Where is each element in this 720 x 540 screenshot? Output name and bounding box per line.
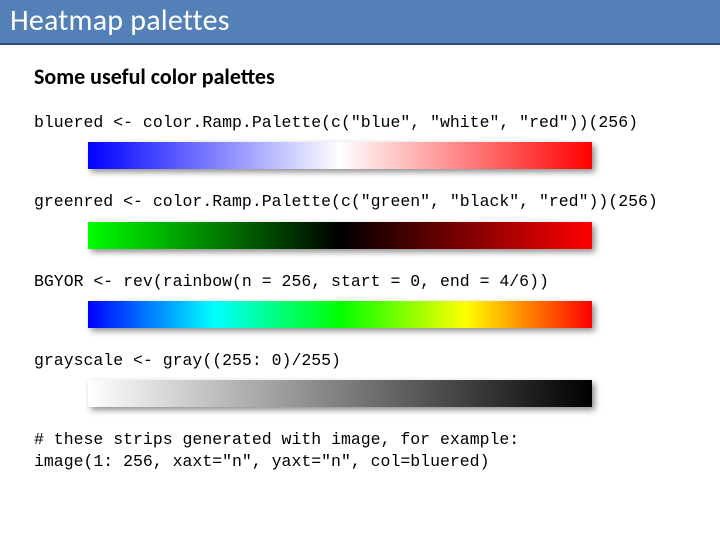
footer-line1-b: image: [331, 430, 381, 449]
code-bluered: bluered <- color.Ramp.Palette(c("blue", …: [34, 112, 686, 134]
palette-strip-grayscale: [88, 380, 592, 407]
strip-wrap: [88, 301, 686, 328]
title-bar: Heatmap palettes: [0, 0, 720, 45]
code-grayscale: grayscale <- gray((255: 0)/255): [34, 350, 686, 372]
palette-strip-greenred: [88, 222, 592, 249]
slide: Heatmap palettes Some useful color palet…: [0, 0, 720, 540]
footer-line1-a: # these strips generated with: [34, 430, 331, 449]
strip-wrap: [88, 142, 686, 169]
code-bgyor: BGYOR <- rev(rainbow(n = 256, start = 0,…: [34, 271, 686, 293]
footer-code: # these strips generated with image, for…: [34, 429, 686, 474]
palette-strip-bluered: [88, 142, 592, 169]
code-greenred: greenred <- color.Ramp.Palette(c("green"…: [34, 191, 686, 213]
slide-title: Heatmap palettes: [10, 2, 710, 39]
footer-line2: image(1: 256, xaxt="n", yaxt="n", col=bl…: [34, 452, 489, 471]
strip-wrap: [88, 380, 686, 407]
content-subtitle: Some useful color palettes: [34, 63, 686, 90]
strip-wrap: [88, 222, 686, 249]
footer-line1-c: , for example:: [381, 430, 520, 449]
slide-content: Some useful color palettes bluered <- co…: [0, 45, 720, 484]
palette-strip-bgyor: [88, 301, 592, 328]
